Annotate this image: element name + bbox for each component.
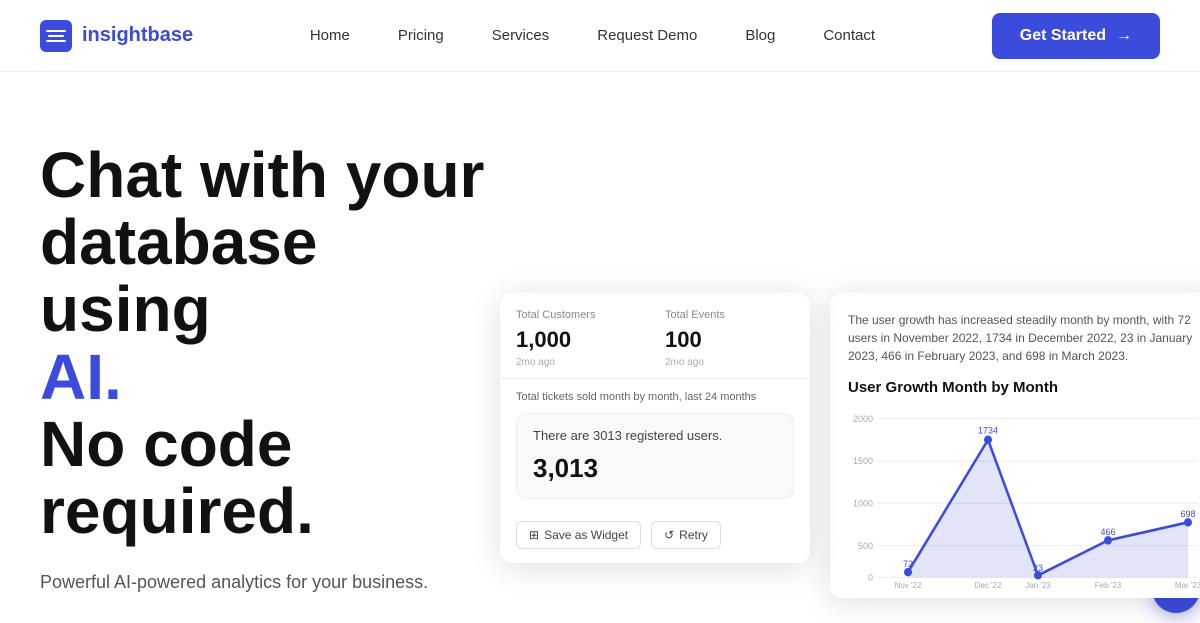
- metric-customers-time: 2mo ago: [516, 357, 645, 368]
- metric-customers: Total Customers 1,000 2mo ago: [516, 309, 645, 368]
- hero-visuals: Total Customers 1,000 2mo ago Total Even…: [500, 293, 1200, 623]
- nav-services[interactable]: Services: [472, 19, 570, 52]
- hero-heading: Chat with your database using AI. No cod…: [40, 142, 500, 545]
- metric-events-value: 100: [665, 327, 794, 353]
- svg-text:Feb '23: Feb '23: [1095, 581, 1122, 588]
- svg-text:0: 0: [868, 572, 873, 582]
- hero-subtext: Powerful AI-powered analytics for your b…: [40, 569, 500, 596]
- logo-icon: [40, 20, 72, 52]
- nav-links: Home Pricing Services Request Demo Blog …: [290, 19, 895, 52]
- card1-body: Total tickets sold month by month, last …: [500, 379, 810, 511]
- retry-button[interactable]: ↺ Retry: [651, 521, 721, 549]
- svg-text:2000: 2000: [853, 414, 873, 424]
- result-text: There are 3013 registered users.: [533, 428, 777, 443]
- metric-customers-label: Total Customers: [516, 309, 645, 321]
- hero-text: Chat with your database using AI. No cod…: [40, 132, 500, 596]
- query-label: Total tickets sold month by month, last …: [516, 391, 794, 403]
- logo[interactable]: insightbase: [40, 20, 193, 52]
- nav-blog[interactable]: Blog: [725, 19, 795, 52]
- card1-actions: ⊞ Save as Widget ↺ Retry: [500, 511, 810, 563]
- chart-card: The user growth has increased steadily m…: [830, 293, 1200, 598]
- datapoint-1: [984, 436, 992, 444]
- svg-text:Jan '23: Jan '23: [1025, 581, 1051, 588]
- save-widget-button[interactable]: ⊞ Save as Widget: [516, 521, 641, 549]
- svg-text:1734: 1734: [978, 425, 998, 435]
- hero-section: Chat with your database using AI. No cod…: [0, 72, 1200, 623]
- nav-pricing[interactable]: Pricing: [378, 19, 464, 52]
- result-number: 3,013: [533, 453, 777, 484]
- card1-header: Total Customers 1,000 2mo ago Total Even…: [500, 293, 810, 379]
- svg-text:Mar '23: Mar '23: [1175, 581, 1200, 588]
- svg-text:500: 500: [858, 541, 873, 551]
- metric-events-label: Total Events: [665, 309, 794, 321]
- svg-text:466: 466: [1101, 527, 1116, 537]
- svg-text:72: 72: [903, 559, 913, 569]
- svg-text:Dec '22: Dec '22: [975, 581, 1002, 588]
- svg-text:1000: 1000: [853, 498, 873, 508]
- chart-title: User Growth Month by Month: [848, 379, 1200, 396]
- brand-name: insightbase: [82, 24, 193, 47]
- svg-text:698: 698: [1181, 509, 1196, 519]
- svg-text:1500: 1500: [853, 456, 873, 466]
- chart-area: 2000 1500 1000 500 0: [848, 408, 1200, 588]
- metric-customers-value: 1,000: [516, 327, 645, 353]
- navbar: insightbase Home Pricing Services Reques…: [0, 0, 1200, 72]
- metric-events: Total Events 100 2mo ago: [665, 309, 794, 368]
- get-started-button[interactable]: Get Started →: [992, 13, 1160, 59]
- nav-home[interactable]: Home: [290, 19, 370, 52]
- line-chart: 2000 1500 1000 500 0: [848, 408, 1200, 588]
- datapoint-3: [1104, 536, 1112, 544]
- datapoint-4: [1184, 518, 1192, 526]
- result-bubble: There are 3013 registered users. 3,013: [516, 413, 794, 499]
- svg-text:23: 23: [1033, 563, 1043, 573]
- chart-description: The user growth has increased steadily m…: [848, 311, 1200, 365]
- nav-contact[interactable]: Contact: [803, 19, 895, 52]
- nav-request-demo[interactable]: Request Demo: [577, 19, 717, 52]
- metric-events-time: 2mo ago: [665, 357, 794, 368]
- query-result-card: Total Customers 1,000 2mo ago Total Even…: [500, 293, 810, 563]
- svg-text:Nov '22: Nov '22: [895, 581, 922, 588]
- datapoint-0: [904, 568, 912, 576]
